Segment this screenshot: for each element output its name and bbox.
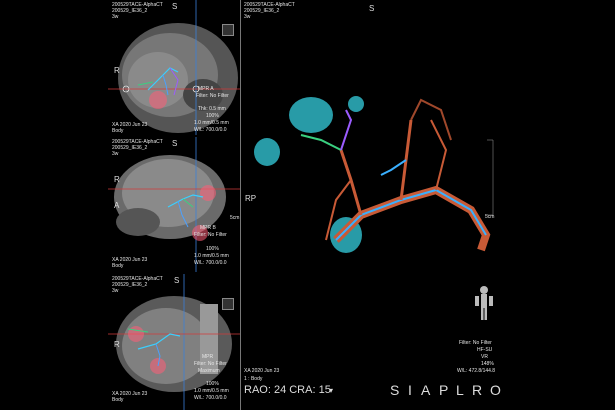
orient-button-a[interactable]: A: [421, 382, 430, 398]
angle-readout[interactable]: RAO: 24 CRA: 15: [244, 384, 331, 396]
thickness-label[interactable]: Maximum: [198, 368, 220, 374]
body-label: Body: [112, 263, 124, 269]
spacing-label: 1.0 mm/0.5 mm: [194, 120, 229, 126]
zoom-label[interactable]: 100%: [206, 113, 219, 119]
expand-button[interactable]: [222, 24, 234, 36]
tag: 3w: [112, 151, 119, 157]
orientation-left: R: [114, 175, 120, 184]
tag: 3w: [112, 14, 119, 20]
zoom-label[interactable]: 100%: [206, 381, 219, 387]
zoom-label[interactable]: 100%: [206, 246, 219, 252]
thickness-label[interactable]: Thk: 0.5 mm: [198, 106, 226, 112]
target-marker: [149, 91, 167, 109]
wl-label[interactable]: W/L: 700.0/0.0: [194, 260, 227, 266]
mpr-top-image: [108, 0, 240, 135]
vr-render: [254, 96, 494, 320]
scale-label: 5cm: [485, 214, 495, 220]
tag: 3w: [112, 288, 119, 294]
orient-button-i[interactable]: I: [408, 382, 412, 398]
orientation-buttons: S I A P L R O: [386, 380, 505, 402]
wl-label[interactable]: W/L: 472.8/144.8: [457, 368, 495, 374]
plane-label: MPR A: [198, 86, 214, 92]
orient-button-s[interactable]: S: [390, 382, 399, 398]
filter-label[interactable]: Filter: No Filter: [194, 361, 227, 367]
orientation-left: R: [114, 340, 120, 349]
spacing-label: 1.0 mm/0.5 mm: [194, 253, 229, 259]
orientation-top: S: [172, 2, 178, 11]
filter-label[interactable]: Filter: No Filter: [194, 232, 227, 238]
orientation-left: R: [114, 66, 120, 75]
orientation-left: RP: [245, 194, 257, 203]
mpr-panel-top[interactable]: 200529TACE-AlphaCT 200529_IE36_2 3w S R …: [108, 0, 240, 135]
date-label: XA 2020 Jun 23: [244, 368, 280, 374]
scale-label: 5cm: [230, 215, 240, 221]
plane-label: MPR: [202, 354, 214, 360]
orient-button-r[interactable]: R: [472, 382, 482, 398]
filter-label[interactable]: Filter: No Filter: [196, 93, 229, 99]
orientation-bottom: A: [114, 201, 120, 210]
mpr-middle-image: [108, 137, 240, 272]
orientation-top: S: [172, 139, 178, 148]
orient-button-o[interactable]: O: [490, 382, 501, 398]
expand-button[interactable]: [222, 298, 234, 310]
mpr-panel-middle[interactable]: 200529TACE-AlphaCT 200529_IE36_2 3w S R …: [108, 137, 240, 272]
orient-button-p[interactable]: P: [439, 382, 448, 398]
wl-label[interactable]: W/L: 700.0/0.0: [194, 127, 227, 133]
orientation-top: S: [174, 276, 180, 285]
mode-label[interactable]: VR: [481, 354, 488, 360]
zoom-label[interactable]: 148%: [481, 361, 494, 367]
spacing-label: 1.0 mm/0.5 mm: [194, 388, 229, 394]
orient-button-l[interactable]: L: [456, 382, 464, 398]
filter-label[interactable]: Filter: No Filter: [459, 340, 492, 346]
vr-panel[interactable]: 200529TACE-AlphaCT 200529_IE36_2 3w S RP…: [241, 0, 505, 410]
body-label: 1 : Body: [244, 376, 263, 382]
tag: 3w: [244, 14, 251, 20]
orientation-top: S: [369, 4, 375, 13]
plane-label: MPR B: [200, 225, 216, 231]
angle-dropdown-icon[interactable]: ▾: [329, 386, 333, 395]
preset-label[interactable]: HF-SU: [477, 347, 492, 353]
body-label: Body: [112, 128, 124, 134]
body-orientation-figure: [475, 286, 493, 320]
mpr-panel-bottom[interactable]: 200529TACE-AlphaCT 200529_IE36_2 3w S R …: [108, 274, 240, 410]
wl-label[interactable]: W/L: 700.0/0.0: [194, 395, 227, 401]
body-label: Body: [112, 397, 124, 403]
